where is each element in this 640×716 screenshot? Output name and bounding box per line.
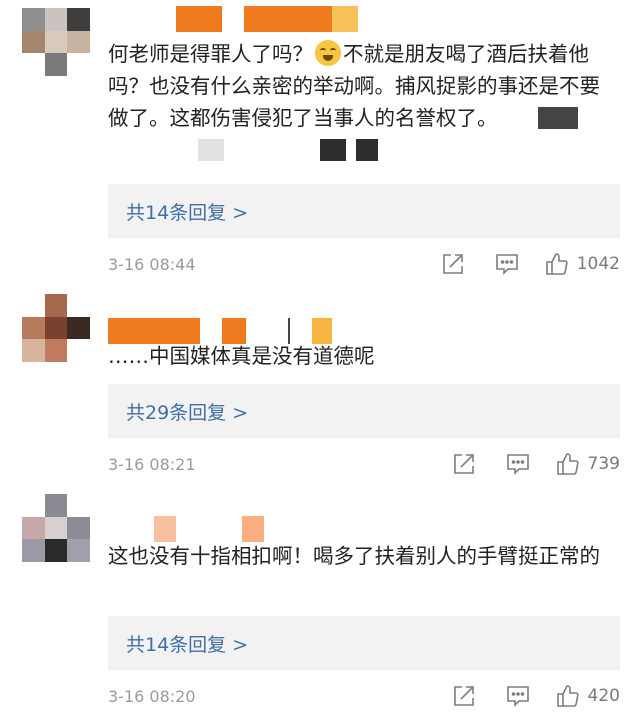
timestamp: 3-16 08:44 [108,254,196,274]
view-replies-label: 共14条回复 > [126,633,249,656]
share-icon[interactable] [452,452,476,476]
thumbs-up-icon [545,253,568,275]
redacted-block [198,139,224,161]
comment-icon[interactable] [495,252,519,276]
like-count: 739 [587,454,620,474]
comment-actions: 1042 [441,252,620,276]
redacted-block [356,139,378,161]
like-count: 1042 [576,254,620,274]
like-button[interactable]: 420 [556,684,620,708]
comment-text: 这也没有十指相扣啊！喝多了扶着别人的手臂挺正常的 [108,544,600,568]
view-replies-button[interactable]: 共14条回复 > [108,616,620,670]
comment-icon[interactable] [506,452,530,476]
like-button[interactable]: 739 [556,452,620,476]
like-button[interactable]: 1042 [545,252,620,276]
comment-actions: 420 [452,684,620,708]
timestamp: 3-16 08:21 [108,454,196,474]
comment-actions: 739 [452,452,620,476]
comment-text-part: 何老师是得罪人了吗？ [108,42,313,66]
comment-icon[interactable] [506,684,530,708]
thumbs-up-icon [556,453,579,475]
comment-text: 何老师是得罪人了吗？ 不就是朋友喝了酒后扶着他吗？也没有什么亲密的举动啊。捕风捉影… [108,38,618,166]
comment-text: ……中国媒体真是没有道德呢 [108,344,375,368]
username-redacted[interactable] [108,516,278,542]
crying-laugh-emoji-icon [315,40,341,66]
thumbs-up-icon [556,685,579,707]
view-replies-label: 共29条回复 > [126,401,249,424]
avatar[interactable] [22,294,90,362]
view-replies-button[interactable]: 共29条回复 > [108,384,620,438]
avatar[interactable] [22,8,90,76]
redacted-block [320,139,346,161]
share-icon[interactable] [452,684,476,708]
share-icon[interactable] [441,252,465,276]
timestamp: 3-16 08:20 [108,686,196,706]
like-count: 420 [587,686,620,706]
view-replies-button[interactable]: 共14条回复 > [108,184,620,238]
username-redacted[interactable] [108,6,378,32]
view-replies-label: 共14条回复 > [126,201,249,224]
comment-meta: 3-16 08:20 420 [108,682,620,710]
redacted-block [537,107,578,129]
comment-meta: 3-16 08:21 739 [108,450,620,478]
comment-meta: 3-16 08:44 1042 [108,250,620,278]
avatar[interactable] [22,494,90,562]
